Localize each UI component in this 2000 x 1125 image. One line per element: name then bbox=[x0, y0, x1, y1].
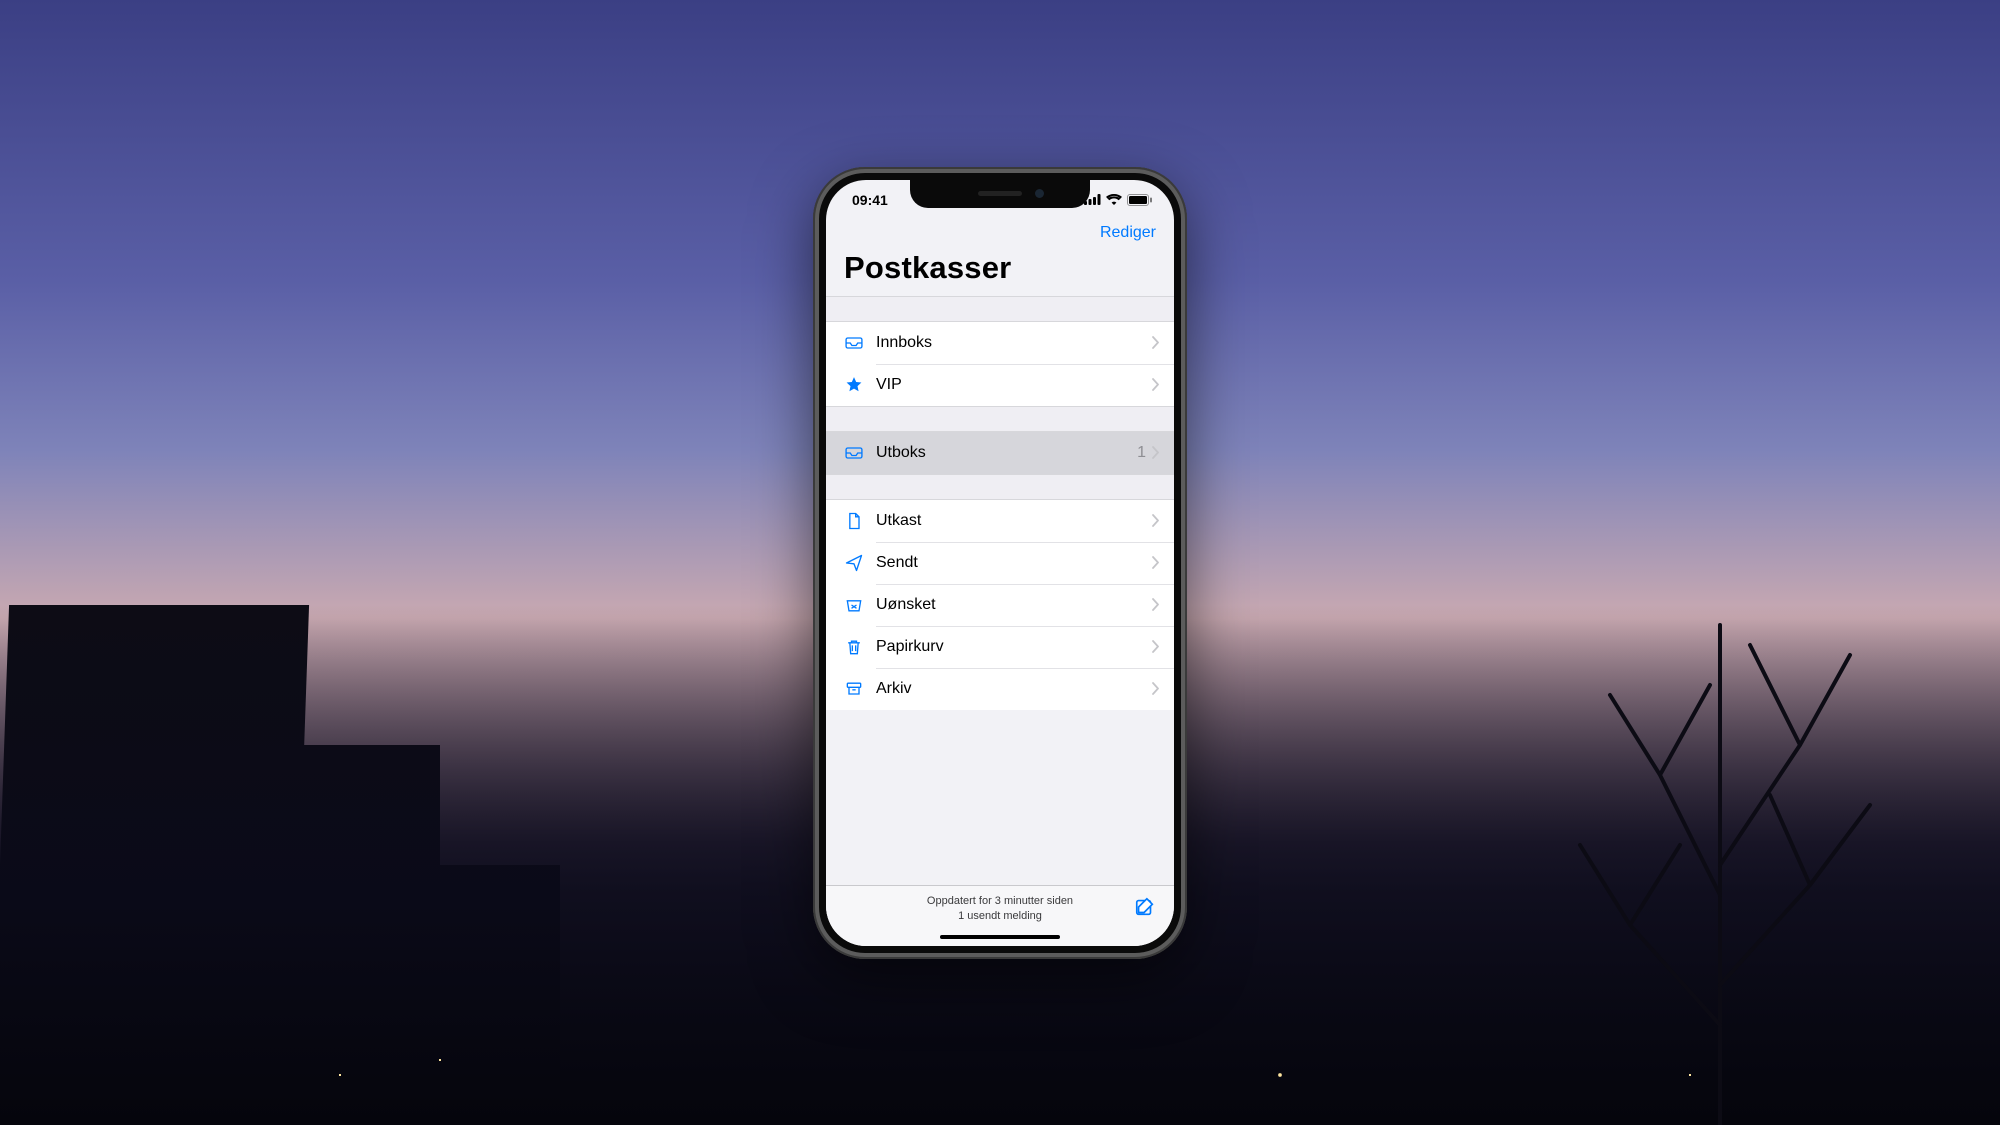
tray-icon bbox=[844, 443, 876, 463]
backdrop-building bbox=[360, 865, 560, 1125]
mailbox-row-drafts[interactable]: Utkast bbox=[826, 500, 1174, 542]
mailbox-row-vip[interactable]: VIP bbox=[826, 364, 1174, 406]
battery-icon bbox=[1127, 194, 1152, 206]
list-group: Utkast Sendt Uønsket bbox=[826, 500, 1174, 710]
phone-frame: 09:41 Rediger Postkasser Innboks bbox=[813, 167, 1187, 959]
section-spacer bbox=[826, 406, 1174, 432]
home-indicator[interactable] bbox=[940, 935, 1060, 939]
compose-button[interactable] bbox=[1134, 896, 1156, 918]
doc-icon bbox=[844, 511, 876, 531]
sync-status: Oppdatert for 3 minutter siden 1 usendt … bbox=[927, 894, 1073, 924]
plane-icon bbox=[844, 553, 876, 573]
junk-icon bbox=[844, 595, 876, 615]
mailbox-label: VIP bbox=[876, 376, 1152, 394]
backdrop-tree bbox=[1470, 545, 1970, 1125]
mailbox-row-inbox[interactable]: Innboks bbox=[826, 322, 1174, 364]
section-spacer bbox=[826, 296, 1174, 322]
chevron-right-icon bbox=[1152, 446, 1160, 459]
chevron-right-icon bbox=[1152, 598, 1160, 611]
phone-screen: 09:41 Rediger Postkasser Innboks bbox=[826, 180, 1174, 946]
mailbox-row-junk[interactable]: Uønsket bbox=[826, 584, 1174, 626]
trash-icon bbox=[844, 637, 876, 657]
mailbox-row-trash[interactable]: Papirkurv bbox=[826, 626, 1174, 668]
mailbox-label: Sendt bbox=[876, 554, 1152, 572]
mailbox-label: Utkast bbox=[876, 512, 1152, 530]
nav-bar: Rediger bbox=[826, 220, 1174, 250]
mailbox-label: Papirkurv bbox=[876, 638, 1152, 656]
mailbox-label: Uønsket bbox=[876, 596, 1152, 614]
chevron-right-icon bbox=[1152, 378, 1160, 391]
edit-button[interactable]: Rediger bbox=[1100, 224, 1156, 242]
status-indicators bbox=[1084, 194, 1152, 206]
section-spacer bbox=[826, 474, 1174, 500]
sync-status-line1: Oppdatert for 3 minutter siden bbox=[927, 894, 1073, 909]
mailbox-row-sent[interactable]: Sendt bbox=[826, 542, 1174, 584]
list-group: Innboks VIP bbox=[826, 322, 1174, 406]
mailbox-list[interactable]: Innboks VIP Utboks bbox=[826, 296, 1174, 885]
chevron-right-icon bbox=[1152, 336, 1160, 349]
star-icon bbox=[844, 375, 876, 395]
page-title: Postkasser bbox=[826, 250, 1174, 296]
archive-icon bbox=[844, 679, 876, 699]
front-camera bbox=[1035, 189, 1044, 198]
chevron-right-icon bbox=[1152, 682, 1160, 695]
mailbox-label: Utboks bbox=[876, 444, 1137, 462]
tray-icon bbox=[844, 333, 876, 353]
chevron-right-icon bbox=[1152, 514, 1160, 527]
mailbox-row-outbox[interactable]: Utboks 1 bbox=[826, 432, 1174, 474]
mailbox-label: Innboks bbox=[876, 334, 1152, 352]
mailbox-count: 1 bbox=[1137, 444, 1146, 462]
list-group: Utboks 1 bbox=[826, 432, 1174, 474]
wifi-icon bbox=[1106, 194, 1122, 205]
speaker-grille bbox=[978, 191, 1022, 196]
chevron-right-icon bbox=[1152, 640, 1160, 653]
mailbox-label: Arkiv bbox=[876, 680, 1152, 698]
status-time: 09:41 bbox=[852, 192, 888, 208]
sync-status-line2: 1 usendt melding bbox=[927, 909, 1073, 924]
chevron-right-icon bbox=[1152, 556, 1160, 569]
notch bbox=[910, 180, 1090, 208]
mailbox-row-archive[interactable]: Arkiv bbox=[826, 668, 1174, 710]
